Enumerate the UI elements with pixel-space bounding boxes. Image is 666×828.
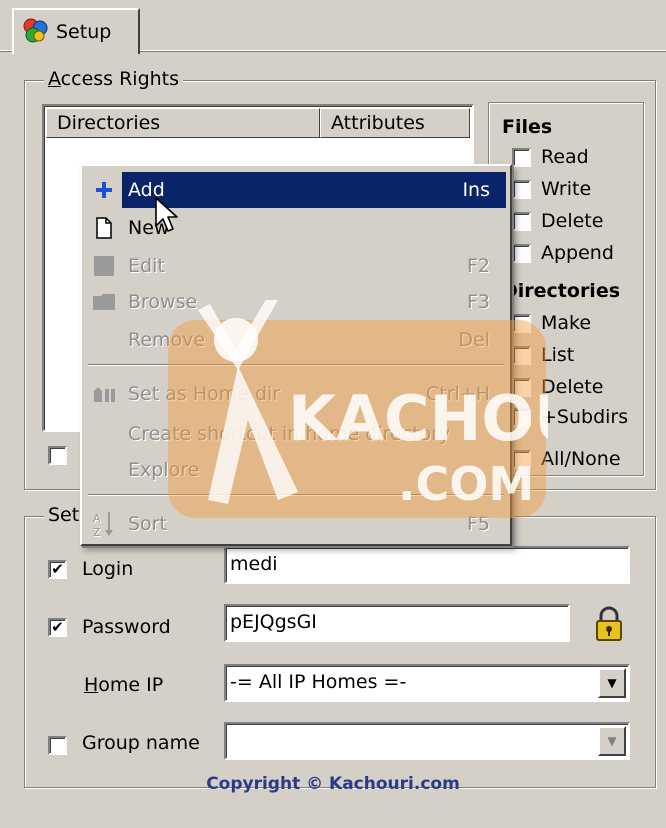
directories-heading: Directories bbox=[502, 280, 621, 302]
login-input[interactable]: medi bbox=[224, 546, 630, 584]
new-document-icon bbox=[86, 217, 122, 239]
chevron-down-icon: ▼ bbox=[598, 726, 626, 756]
login-checkbox[interactable]: ✔ bbox=[48, 560, 67, 579]
mouse-cursor-icon bbox=[154, 196, 180, 241]
menu-item-sort[interactable]: A Z Sort F5 bbox=[86, 506, 506, 542]
column-attributes[interactable]: Attributes bbox=[320, 108, 470, 138]
menu-item-new[interactable]: New bbox=[86, 210, 506, 246]
setup-icon bbox=[22, 17, 48, 48]
menu-item-add[interactable]: Add Ins bbox=[86, 172, 506, 208]
attr-dirs-list[interactable]: List bbox=[512, 344, 574, 366]
tab-setup-label: Setup bbox=[56, 21, 112, 43]
attr-dirs-subdirs[interactable]: +Subdirs bbox=[512, 406, 628, 428]
plus-icon bbox=[86, 172, 122, 208]
password-checkbox[interactable]: ✔ bbox=[48, 618, 67, 637]
browse-icon bbox=[86, 292, 122, 312]
checkbox[interactable] bbox=[512, 243, 531, 263]
checkbox[interactable] bbox=[512, 147, 531, 167]
checkbox[interactable] bbox=[512, 407, 531, 427]
chevron-down-icon[interactable]: ▼ bbox=[598, 668, 626, 698]
password-input[interactable]: pEJQgsGI bbox=[224, 604, 570, 642]
checkbox[interactable] bbox=[512, 345, 531, 365]
attr-dirs-make[interactable]: Make bbox=[512, 312, 591, 334]
checkbox[interactable] bbox=[512, 377, 531, 397]
home-ip-label: Home IP bbox=[84, 674, 164, 696]
list-option-checkbox[interactable] bbox=[48, 446, 67, 465]
tab-setup[interactable]: Setup bbox=[12, 8, 140, 54]
login-label: Login bbox=[82, 558, 134, 580]
attr-files-delete[interactable]: Delete bbox=[512, 210, 603, 232]
menu-item-explore[interactable]: Explore bbox=[86, 452, 506, 488]
menu-item-browse[interactable]: Browse F3 bbox=[86, 284, 506, 320]
checkbox[interactable] bbox=[512, 313, 531, 333]
menu-item-set-home[interactable]: Set as Home dir Ctrl+H bbox=[86, 376, 506, 412]
checkbox[interactable] bbox=[512, 211, 531, 231]
svg-text:Z: Z bbox=[93, 526, 101, 538]
attr-files-append[interactable]: Append bbox=[512, 242, 614, 264]
check-icon: ✔ bbox=[51, 618, 64, 636]
svg-text:A: A bbox=[93, 512, 101, 525]
access-rights-legend: Access Rights bbox=[44, 68, 184, 90]
menu-item-edit[interactable]: Edit F2 bbox=[86, 248, 506, 284]
group-name-select: ▼ bbox=[224, 722, 630, 760]
attr-all-none[interactable]: All/None bbox=[512, 448, 621, 470]
files-heading: Files bbox=[502, 116, 553, 138]
checkbox[interactable] bbox=[512, 449, 531, 469]
column-directories[interactable]: Directories bbox=[46, 108, 320, 138]
attr-dirs-delete[interactable]: Delete bbox=[512, 376, 603, 398]
group-name-checkbox[interactable] bbox=[48, 736, 67, 755]
password-label: Password bbox=[82, 616, 171, 638]
lock-icon[interactable] bbox=[592, 604, 626, 649]
attr-files-write[interactable]: Write bbox=[512, 178, 591, 200]
home-dir-icon bbox=[86, 385, 122, 403]
check-icon: ✔ bbox=[51, 560, 64, 578]
edit-icon bbox=[86, 255, 122, 277]
copyright-text: Copyright © Kachouri.com bbox=[206, 774, 460, 794]
attr-files-read[interactable]: Read bbox=[512, 146, 589, 168]
home-ip-value: -= All IP Homes =- bbox=[230, 671, 407, 693]
group-name-label: Group name bbox=[82, 732, 200, 754]
settings-legend: Set bbox=[44, 504, 84, 526]
sort-az-icon: A Z bbox=[86, 510, 122, 538]
menu-item-remove[interactable]: Remove Del bbox=[86, 322, 506, 358]
menu-separator bbox=[88, 364, 504, 366]
checkbox[interactable] bbox=[512, 179, 531, 199]
menu-separator bbox=[88, 494, 504, 496]
context-menu: Add Ins New Edit F2 Browse F3 Remove Del… bbox=[80, 164, 512, 546]
menu-item-create-shortcut[interactable]: Create shortcut in home directory bbox=[86, 416, 506, 452]
home-ip-select[interactable]: -= All IP Homes =- ▼ bbox=[224, 664, 630, 702]
